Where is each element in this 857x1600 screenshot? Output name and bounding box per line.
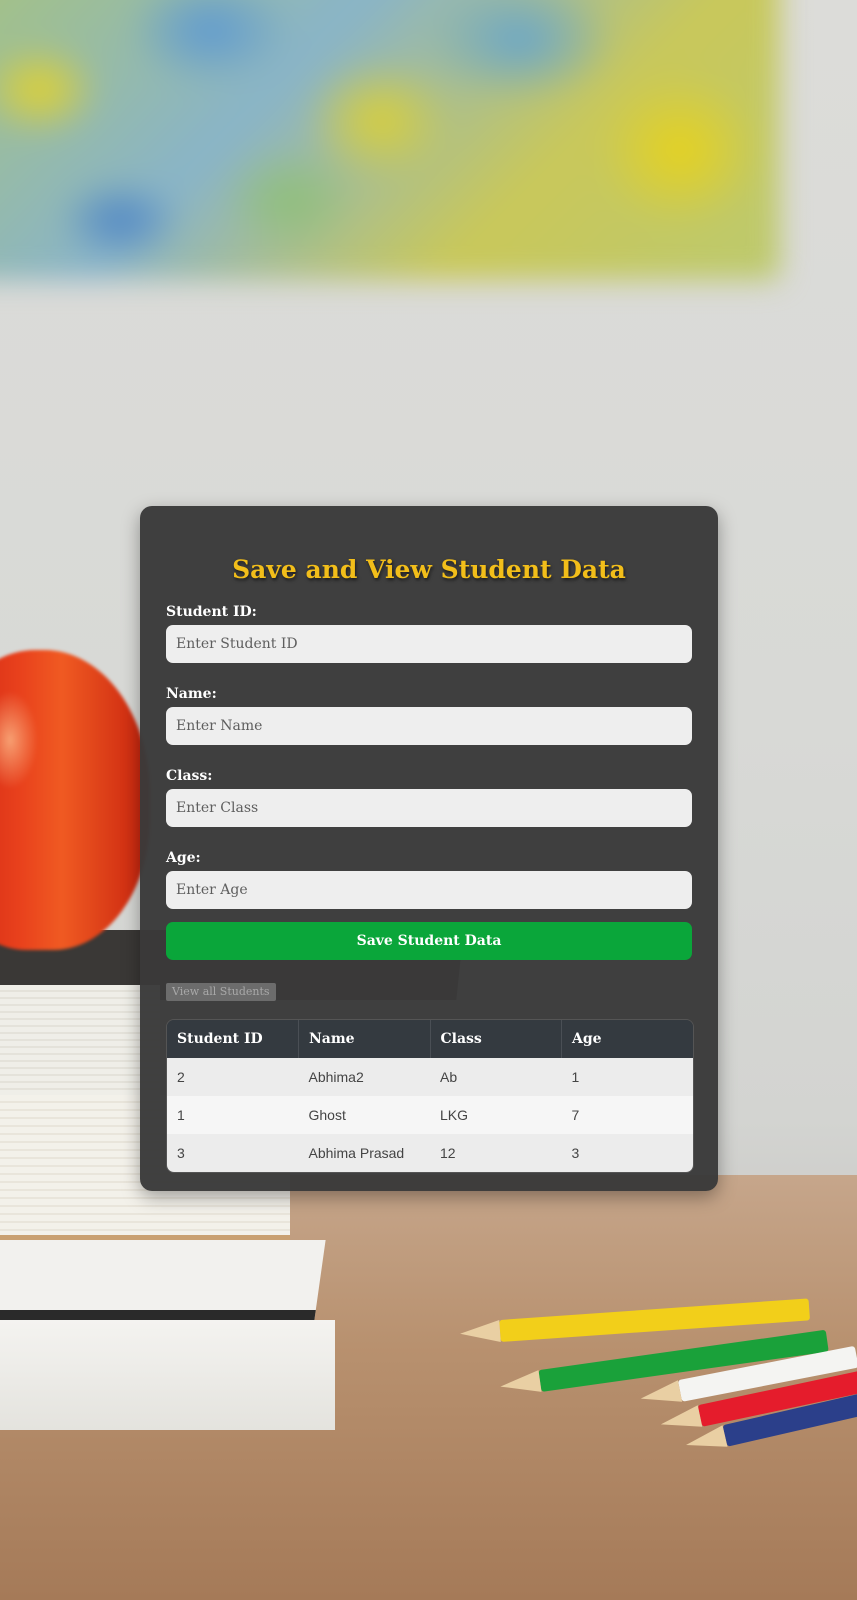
table-row: 1 Ghost LKG 7 [167, 1096, 693, 1134]
age-label: Age: [166, 850, 201, 866]
name-label: Name: [166, 686, 217, 702]
cell-name: Abhima2 [298, 1058, 430, 1096]
students-table-container: Student ID Name Class Age 2 Abhima2 Ab 1… [166, 1019, 694, 1173]
column-header-age: Age [561, 1020, 693, 1058]
column-header-name: Name [298, 1020, 431, 1058]
class-label: Class: [166, 768, 213, 784]
students-table: Student ID Name Class Age 2 Abhima2 Ab 1… [167, 1020, 693, 1172]
table-row: 2 Abhima2 Ab 1 [167, 1058, 693, 1096]
cell-age: 1 [561, 1058, 693, 1096]
view-all-students-button[interactable]: View all Students [166, 983, 276, 1001]
column-header-student-id: Student ID [167, 1020, 299, 1058]
student-id-label: Student ID: [166, 604, 257, 620]
class-field-group: Class: [166, 767, 692, 827]
age-field-group: Age: [166, 849, 692, 909]
cell-class: Ab [430, 1058, 562, 1096]
cell-name: Abhima Prasad [298, 1134, 430, 1172]
background-apple [0, 650, 150, 950]
student-id-field-group: Student ID: [166, 603, 692, 663]
column-header-class: Class [430, 1020, 562, 1058]
cell-age: 7 [561, 1096, 693, 1134]
cell-student-id: 2 [167, 1058, 299, 1096]
name-field-group: Name: [166, 685, 692, 745]
student-id-input[interactable] [166, 625, 692, 663]
background-painting [0, 0, 780, 280]
student-form-card: Save and View Student Data Student ID: N… [140, 506, 718, 1191]
background-book [0, 1320, 335, 1430]
cell-class: LKG [430, 1096, 562, 1134]
background-book [0, 985, 160, 1095]
page-title: Save and View Student Data [232, 555, 626, 584]
table-row: 3 Abhima Prasad 12 3 [167, 1134, 693, 1172]
table-header-row: Student ID Name Class Age [167, 1020, 693, 1058]
background-book [0, 1240, 326, 1320]
cell-class: 12 [430, 1134, 562, 1172]
cell-name: Ghost [298, 1096, 430, 1134]
age-input[interactable] [166, 871, 692, 909]
save-student-button[interactable]: Save Student Data [166, 922, 692, 960]
class-input[interactable] [166, 789, 692, 827]
cell-student-id: 3 [167, 1134, 299, 1172]
name-input[interactable] [166, 707, 692, 745]
cell-student-id: 1 [167, 1096, 299, 1134]
cell-age: 3 [561, 1134, 693, 1172]
